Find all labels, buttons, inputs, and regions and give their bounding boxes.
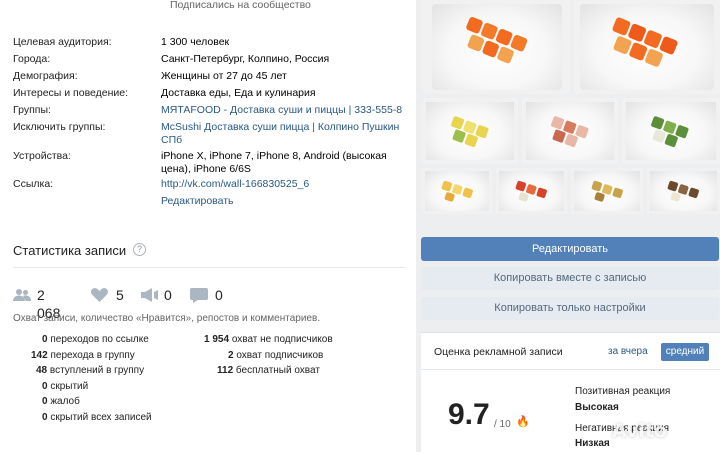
sushi-photo[interactable] — [496, 168, 567, 214]
fire-icon: 🔥 — [516, 416, 530, 428]
stat-item: 112 бесплатный охват — [217, 365, 320, 377]
sushi-photo[interactable] — [574, 0, 720, 94]
avito-watermark: Avito — [612, 420, 668, 442]
row-label: Интересы и поведение: — [13, 87, 129, 99]
rating-title: Оценка рекламной записи — [434, 346, 563, 358]
positive-label: Позитивная реакция — [575, 386, 671, 397]
stat-number: 0 — [42, 412, 48, 423]
stat-number: 1 954 — [204, 334, 230, 345]
stat-number: 142 — [31, 350, 48, 361]
stat-label: вступлений в группу — [49, 365, 145, 376]
sushi-photo[interactable] — [622, 98, 720, 164]
subscribed-note: Подписались на сообщество — [170, 0, 311, 11]
sushi-photo[interactable] — [522, 98, 618, 164]
row-label: Устройства: — [13, 150, 71, 162]
row-value: Женщины от 27 до 45 лет — [161, 70, 287, 82]
row-label: Целевая аудитория: — [13, 36, 112, 48]
copy-settings-button[interactable]: Копировать только настройки — [421, 297, 719, 320]
stat-label: скрытий — [50, 381, 89, 392]
stat-number: 112 — [217, 365, 234, 376]
stat-item: 0 скрытий — [42, 381, 88, 393]
help-icon[interactable]: ? — [133, 243, 146, 256]
stat-label: охват подписчиков — [236, 350, 324, 361]
rating-max: / 10 — [494, 419, 511, 430]
stat-label: переходов по ссылке — [50, 334, 149, 345]
row-label: Группы: — [13, 104, 51, 116]
excluded-group-link[interactable]: McSushi Доставка суши пицца | Колпино Пу… — [161, 121, 411, 147]
heart-icon — [91, 288, 108, 305]
divider — [421, 369, 720, 370]
row-label: Города: — [13, 53, 51, 65]
divider — [13, 267, 406, 268]
stat-number: 0 — [42, 396, 48, 407]
likes-count: 5 — [116, 287, 124, 303]
ad-details-panel: Подписались на сообщество Целевая аудито… — [0, 0, 416, 452]
stat-number: 48 — [36, 365, 48, 376]
edit-button[interactable]: Редактировать — [421, 237, 719, 261]
stats-description: Охват записи, количество «Нравится», реп… — [13, 313, 321, 324]
copy-with-post-button[interactable]: Копировать вместе с записью — [421, 267, 719, 290]
row-label: Исключить группы: — [13, 121, 106, 133]
stat-item: 0 скрытий всех записей — [42, 412, 152, 424]
stat-label: охват не подписчиков — [231, 334, 333, 345]
sushi-photo[interactable] — [422, 98, 518, 164]
row-label: Ссылка: — [13, 178, 54, 190]
stat-number: 2 — [228, 350, 234, 361]
stat-item: 2 охват подписчиков — [228, 350, 323, 362]
ad-rating-card: Оценка рекламной записи за вчера средний… — [421, 332, 720, 452]
sushi-photo[interactable] — [422, 168, 492, 214]
stat-item: 48 вступлений в группу — [36, 365, 144, 377]
stat-number: 0 — [42, 381, 48, 392]
stat-label: перехода в группу — [50, 350, 135, 361]
row-value: 1 300 человек — [161, 36, 230, 48]
group-link[interactable]: МЯТАFOOD - Доставка суши и пиццы | 333-5… — [161, 104, 411, 117]
stat-item: 0 жалоб — [42, 396, 80, 408]
sushi-photo[interactable] — [571, 168, 643, 214]
mode-average-button[interactable]: средний — [661, 343, 709, 361]
stat-label: скрытий всех записей — [50, 412, 152, 423]
row-value: Санкт-Петербург, Колпино, Россия — [161, 53, 330, 65]
repost-icon — [141, 288, 159, 305]
post-url-link[interactable]: http://vk.com/wall-166830525_6 — [161, 178, 411, 191]
sushi-photo[interactable] — [647, 168, 720, 214]
rating-score: 9.7 — [448, 398, 490, 431]
stats-title: Статистика записи — [13, 243, 127, 258]
stat-number: 0 — [42, 334, 48, 345]
stat-item: 0 переходов по ссылке — [42, 334, 149, 346]
stat-item: 142 перехода в группу — [31, 350, 135, 362]
sushi-photo[interactable] — [422, 0, 570, 94]
comments-count: 0 — [215, 287, 223, 303]
positive-value: Высокая — [575, 402, 619, 413]
reach-icon — [13, 288, 31, 305]
stat-label: жалоб — [50, 396, 80, 407]
stat-label: бесплатный охват — [235, 365, 320, 376]
edit-targeting-link[interactable]: Редактировать — [161, 195, 411, 208]
row-value: Доставка еды, Еда и кулинария — [161, 87, 316, 99]
comment-icon — [190, 288, 208, 306]
stat-item: 1 954 охват не подписчиков — [204, 334, 333, 346]
ad-preview-column: Редактировать Копировать вместе с запись… — [420, 0, 720, 452]
reposts-count: 0 — [164, 287, 172, 303]
row-value: iPhone X, iPhone 7, iPhone 8, Android (в… — [161, 150, 387, 175]
row-label: Демография: — [13, 70, 78, 82]
negative-value: Низкая — [575, 438, 610, 449]
period-selector[interactable]: за вчера — [608, 346, 648, 357]
